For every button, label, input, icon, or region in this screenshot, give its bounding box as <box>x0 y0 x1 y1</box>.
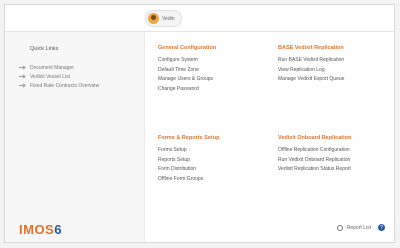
top-bar: Vedin <box>5 5 394 32</box>
user-avatar-icon <box>148 13 159 24</box>
section-onboard-replication: Vedixit Onboard Replication Offline Repl… <box>278 135 351 175</box>
link-view-replication-log[interactable]: View Replication Log <box>278 66 344 76</box>
link-replication-status-report[interactable]: Vedixit Replication Status Report <box>278 165 351 175</box>
arrow-right-icon <box>19 65 26 70</box>
section-title: Vedixit Onboard Replication <box>278 135 352 141</box>
help-icon[interactable]: ? <box>378 224 385 231</box>
section-forms-reports: Forms & Reports Setup Forms Setup Report… <box>158 135 219 184</box>
quick-link-fixed-rate[interactable]: Fixed Rate Contracts Overview <box>19 81 99 90</box>
quick-link-document-manager[interactable]: Document Manager <box>19 63 99 72</box>
logo-text: IMOS <box>19 222 55 237</box>
link-offline-form-groups[interactable]: Offline Form Groups <box>158 175 219 185</box>
link-forms-setup[interactable]: Forms Setup <box>158 146 219 156</box>
link-offline-replication-config[interactable]: Offline Replication Configuration <box>278 146 351 156</box>
link-configure-system[interactable]: Configure System <box>158 56 216 66</box>
user-menu[interactable]: Vedin <box>145 10 182 27</box>
quick-link-vessel-list[interactable]: Vedixit Vessel List <box>19 72 99 81</box>
quick-link-label: Vedixit Vessel List <box>30 73 71 80</box>
link-reports-setup[interactable]: Reports Setup <box>158 156 219 166</box>
app-window: Vedin Quick Links Document Manager Vedix… <box>4 4 395 243</box>
section-general-configuration: General Configuration Configure System D… <box>158 45 216 94</box>
link-run-base-replication[interactable]: Run BASE Vedixit Replication <box>278 56 344 66</box>
link-manage-users-groups[interactable]: Manage Users & Groups <box>158 75 216 85</box>
sidebar: Quick Links Document Manager Vedixit Ves… <box>5 32 145 242</box>
quick-link-label: Document Manager <box>30 64 74 71</box>
section-title: Forms & Reports Setup <box>158 135 220 141</box>
section-title: General Configuration <box>158 45 217 51</box>
arrow-right-icon <box>19 83 26 88</box>
link-run-onboard-replication[interactable]: Run Vedixit Onboard Replication <box>278 156 351 166</box>
report-list-link[interactable]: Report List <box>347 225 371 231</box>
quick-links-list: Document Manager Vedixit Vessel List Fix… <box>19 63 99 90</box>
link-default-time-zone[interactable]: Default Time Zone <box>158 66 216 76</box>
sidebar-title: Quick Links <box>30 46 59 52</box>
section-base-replication: BASE Vedixit Replication Run BASE Vedixi… <box>278 45 344 85</box>
imos-logo: IMOS6 <box>19 222 62 237</box>
footer-actions: Report List ? <box>336 224 385 231</box>
user-name: Vedin <box>162 15 175 22</box>
arrow-right-icon <box>19 74 26 79</box>
gear-icon <box>336 224 343 231</box>
link-form-distribution[interactable]: Form Distribution <box>158 165 219 175</box>
logo-version: 6 <box>54 222 62 237</box>
link-manage-export-queue[interactable]: Manage Vedixit Export Queue <box>278 75 344 85</box>
section-title: BASE Vedixit Replication <box>278 45 344 51</box>
link-change-password[interactable]: Change Password <box>158 85 216 95</box>
quick-link-label: Fixed Rate Contracts Overview <box>30 82 100 89</box>
